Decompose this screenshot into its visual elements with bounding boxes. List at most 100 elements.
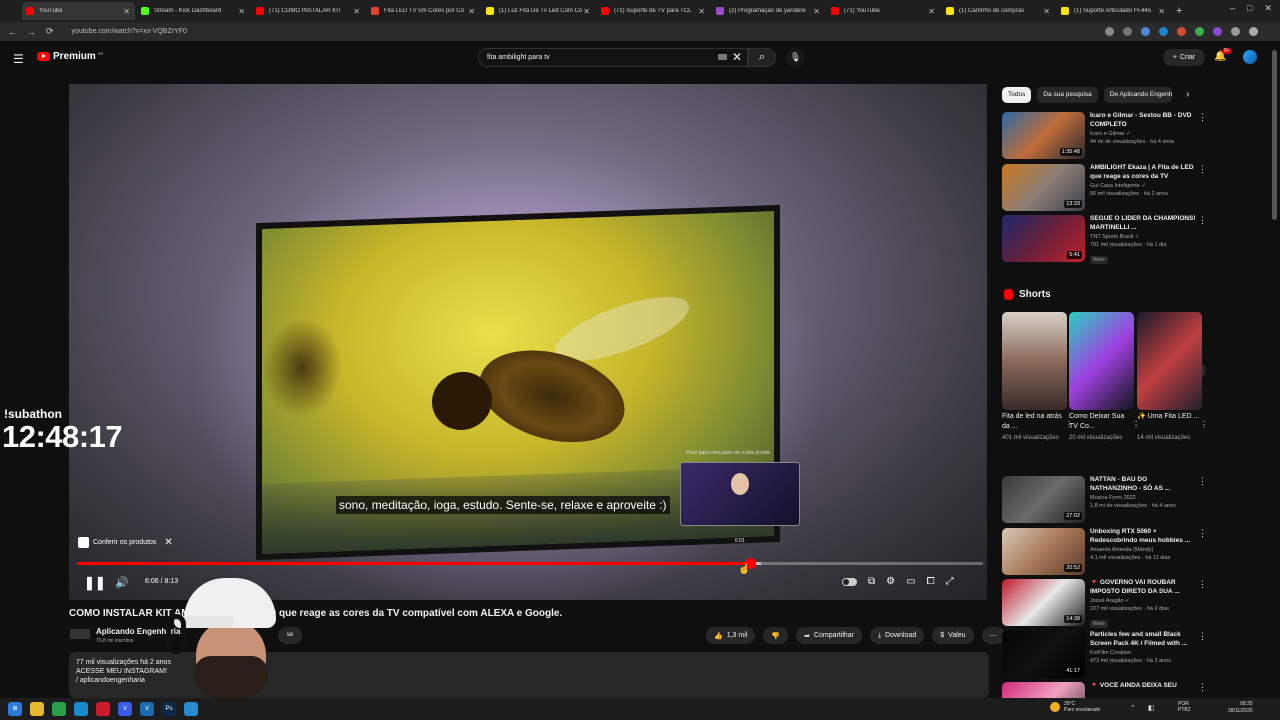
extension-icon[interactable] bbox=[1195, 27, 1204, 36]
products-chip[interactable]: Conferir os produtos ✕ bbox=[78, 534, 173, 551]
back-icon[interactable]: ← bbox=[8, 27, 17, 37]
more-options-icon[interactable]: ⋮ bbox=[1198, 631, 1207, 642]
extension-icon[interactable] bbox=[1141, 27, 1150, 36]
share-button[interactable]: ➦ Compartilhar bbox=[796, 627, 863, 644]
short-thumbnail[interactable] bbox=[1069, 312, 1134, 410]
browser-tab[interactable]: (1) Suporte Articulado Ft-445 ✕ bbox=[1057, 2, 1170, 20]
forward-icon[interactable]: → bbox=[27, 27, 36, 37]
more-options-icon[interactable]: ⋮ bbox=[1200, 420, 1208, 429]
search-input[interactable]: fita ambilight para tv ✕ bbox=[478, 48, 748, 67]
extension-icon[interactable] bbox=[1213, 27, 1222, 36]
autoplay-toggle[interactable] bbox=[842, 578, 857, 586]
clock[interactable]: 08:25 28/11/2025 bbox=[1228, 701, 1253, 715]
video-title[interactable]: Ícaro e Gilmar - Sextou BB - DVD COMPLET… bbox=[1090, 112, 1196, 129]
recommended-video[interactable]: 20:52 Unboxing RTX 5060 + Redescobrindo m… bbox=[1002, 528, 1207, 576]
like-button[interactable]: 👍 1,3 mil bbox=[706, 627, 756, 644]
extension-icon[interactable] bbox=[1159, 27, 1168, 36]
video-thumbnail[interactable]: 14:38 bbox=[1002, 579, 1085, 626]
volume-icon[interactable]: 🔊 bbox=[115, 576, 129, 589]
recommended-video[interactable]: 🔻 VOCÊ AINDA DEIXA SEU ⋮ bbox=[1002, 682, 1207, 698]
video-thumbnail[interactable]: 27:02 bbox=[1002, 476, 1085, 523]
browser-tab[interactable]: YouTube ✕ bbox=[22, 2, 135, 20]
puzzle-icon[interactable] bbox=[1231, 27, 1240, 36]
video-thumbnail[interactable]: 13:33 bbox=[1002, 164, 1085, 211]
weather-widget[interactable]: 28°C Parc ensolarado bbox=[1050, 701, 1100, 713]
more-options-icon[interactable]: ⋮ bbox=[1198, 528, 1207, 539]
pause-icon[interactable]: ❚❚ bbox=[84, 575, 106, 591]
recommended-video[interactable]: 13:33 AMBILIGHT Ekaza | A Fita de LED que… bbox=[1002, 164, 1207, 212]
video-title[interactable]: AMBILIGHT Ekaza | A Fita de LED que reag… bbox=[1090, 164, 1196, 181]
short-title[interactable]: Como Deixar Sua TV Co... bbox=[1069, 412, 1134, 432]
filter-chip[interactable]: Todos bbox=[1002, 87, 1032, 103]
close-window-button[interactable]: ✕ bbox=[1264, 3, 1272, 14]
short-card[interactable]: Como Deixar Sua TV Co... 20 mil visualiza… bbox=[1069, 312, 1140, 443]
video-title[interactable]: NATTAN - BAÚ DO NATHANZINHO - SÓ AS ... bbox=[1090, 476, 1196, 493]
more-options-icon[interactable]: ⋮ bbox=[1198, 112, 1207, 123]
download-button[interactable]: ⤓ Download bbox=[870, 627, 925, 644]
recommended-video[interactable]: 1:35:48 Ícaro e Gilmar - Sextou BB - DVD … bbox=[1002, 112, 1207, 160]
video-channel[interactable]: TNT Sports Brasil ✓ bbox=[1090, 234, 1196, 240]
keyboard-icon[interactable] bbox=[718, 54, 727, 60]
cast-icon[interactable]: ⧠ bbox=[927, 576, 935, 587]
filter-chip[interactable]: Da sua pesquisa bbox=[1037, 87, 1098, 103]
voice-search-button[interactable]: 🎙 bbox=[786, 48, 805, 67]
miniplayer-icon[interactable]: ▭ bbox=[906, 576, 915, 587]
tab-close-icon[interactable]: ✕ bbox=[1043, 7, 1050, 16]
filter-chip[interactable]: De Aplicando Engenharia bbox=[1103, 87, 1172, 103]
maximize-button[interactable]: □ bbox=[1247, 3, 1252, 14]
create-button[interactable]: + Criar bbox=[1163, 49, 1205, 66]
tab-close-icon[interactable]: ✕ bbox=[813, 7, 820, 16]
page-scrollbar[interactable] bbox=[1272, 50, 1277, 220]
thanks-button[interactable]: $ Valeu bbox=[932, 627, 974, 644]
subtitles-icon[interactable]: ⧉ bbox=[868, 576, 875, 587]
star-icon[interactable] bbox=[1123, 27, 1132, 36]
tab-close-icon[interactable]: ✕ bbox=[928, 7, 935, 16]
account-avatar[interactable] bbox=[1243, 50, 1257, 64]
more-options-icon[interactable]: ⋮ bbox=[1198, 682, 1207, 693]
app-icon[interactable] bbox=[184, 702, 198, 716]
menu-icon[interactable]: ☰ bbox=[13, 52, 24, 66]
video-player[interactable]: sono, meditação, ioga, estudo. Sente-se,… bbox=[69, 84, 987, 600]
browser-tab[interactable]: (2) Programação de yandere ✕ bbox=[712, 2, 825, 20]
video-thumbnail[interactable] bbox=[1002, 682, 1085, 698]
short-card[interactable]: ✨ Uma Fita LED ... 14 mil visualizações ⋮ bbox=[1137, 312, 1208, 443]
channel-avatar[interactable] bbox=[70, 629, 90, 639]
video-title[interactable]: 🔻 VOCÊ AINDA DEIXA SEU bbox=[1090, 682, 1196, 698]
recommended-video[interactable]: 41:17 Particles few and small Black Scree… bbox=[1002, 631, 1207, 679]
reload-icon[interactable]: ⟳ bbox=[46, 26, 54, 37]
cast-icon[interactable] bbox=[1105, 27, 1114, 36]
close-icon[interactable]: ✕ bbox=[164, 537, 172, 548]
vivaldi-icon[interactable]: V bbox=[118, 702, 132, 716]
tab-close-icon[interactable]: ✕ bbox=[698, 7, 705, 16]
recommended-video[interactable]: 5:41 SEGUE O LÍDER DA CHAMPIONS! MARTINEL… bbox=[1002, 215, 1207, 264]
recommended-video[interactable]: 14:38 🔻 GOVERNO VAI ROUBAR IMPOSTO DIRETO… bbox=[1002, 579, 1207, 628]
fullscreen-icon[interactable]: ⤢ bbox=[946, 576, 954, 587]
tab-close-icon[interactable]: ✕ bbox=[123, 7, 130, 16]
tab-close-icon[interactable]: ✕ bbox=[238, 7, 245, 16]
browser-tab[interactable]: Stream - Kick Dashboard ✕ bbox=[137, 2, 250, 20]
video-thumbnail[interactable]: 20:52 bbox=[1002, 528, 1085, 575]
video-channel[interactable]: Musica Forro 2022 bbox=[1090, 495, 1196, 501]
video-thumbnail[interactable]: 5:41 bbox=[1002, 215, 1085, 262]
browser-tab[interactable]: (71) COMO INSTALAR KIT ✕ bbox=[252, 2, 365, 20]
tab-close-icon[interactable]: ✕ bbox=[583, 7, 590, 16]
network-icon[interactable]: ◧ bbox=[1148, 704, 1155, 712]
video-thumbnail[interactable]: 41:17 bbox=[1002, 631, 1085, 678]
chrome-icon[interactable] bbox=[52, 702, 66, 716]
browser-tab[interactable]: Fita LED TV 5m Cores por Cô ✕ bbox=[367, 2, 480, 20]
opera-icon[interactable] bbox=[96, 702, 110, 716]
video-channel[interactable]: Amanda Almeida (Mandy) bbox=[1090, 547, 1196, 553]
chevron-up-icon[interactable]: ⌃ bbox=[1130, 704, 1136, 712]
file-explorer-icon[interactable] bbox=[30, 702, 44, 716]
more-options-icon[interactable]: ⋮ bbox=[1198, 579, 1207, 590]
short-title[interactable]: Fita de led na atrás da ... bbox=[1002, 412, 1067, 432]
picture-in-picture-preview[interactable] bbox=[680, 462, 800, 526]
dislike-button[interactable]: 👎 bbox=[763, 627, 789, 644]
more-options-icon[interactable]: ⋮ bbox=[1198, 164, 1207, 175]
video-title[interactable]: Particles few and small Black Screen Pac… bbox=[1090, 631, 1196, 648]
video-channel[interactable]: ForFilm Creation bbox=[1090, 650, 1196, 656]
video-title[interactable]: SEGUE O LÍDER DA CHAMPIONS! MARTINELLI .… bbox=[1090, 215, 1196, 232]
new-tab-button[interactable]: + bbox=[1176, 5, 1182, 17]
search-button[interactable]: ⌕ bbox=[748, 48, 776, 67]
short-title[interactable]: ✨ Uma Fita LED ... bbox=[1137, 412, 1202, 432]
